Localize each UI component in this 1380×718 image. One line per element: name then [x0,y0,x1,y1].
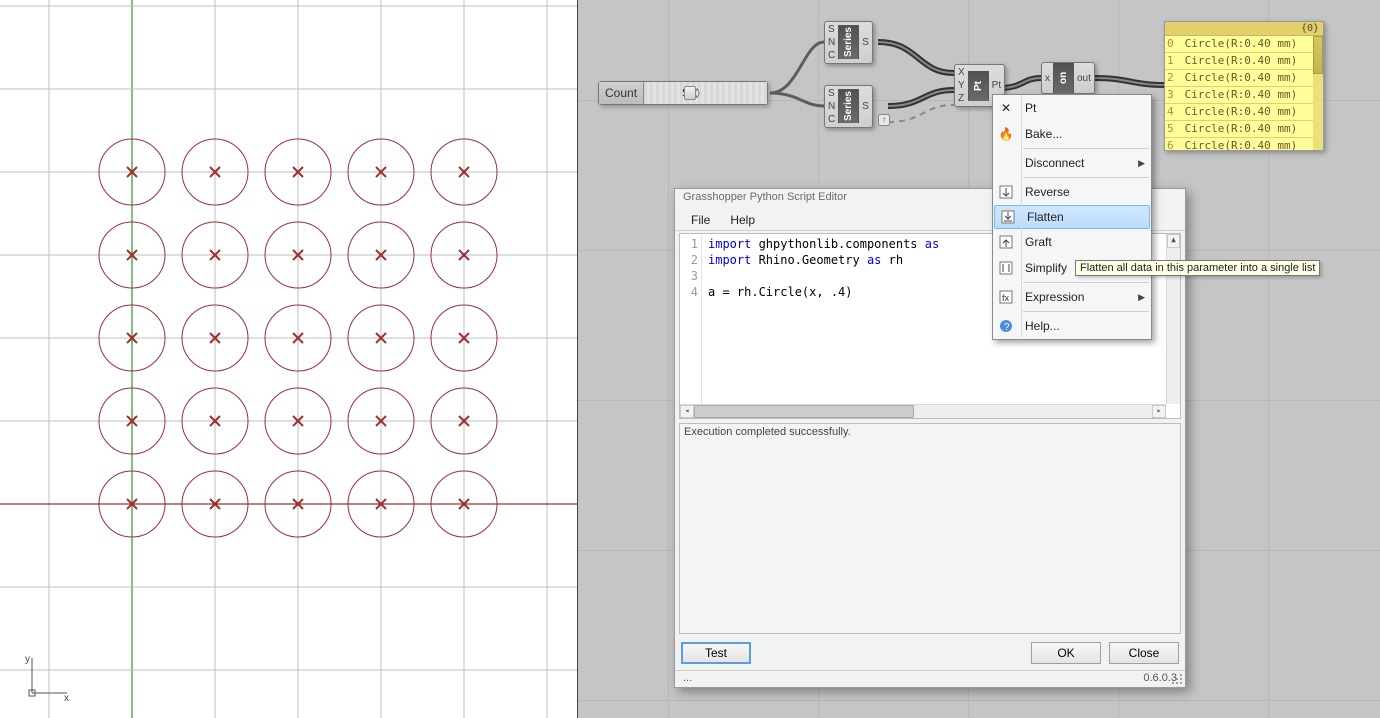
menu-item-reverse[interactable]: Reverse [993,179,1151,205]
cplane-axes-icon: x y [22,653,72,703]
menu-item-expression[interactable]: fx Expression ▶ [993,284,1151,310]
scroll-left-icon[interactable]: ◂ [680,405,694,418]
python-label: on [1053,63,1074,93]
status-left: ... [683,672,692,684]
menu-item-flatten[interactable]: Flatten [994,205,1150,229]
grasshopper-canvas[interactable]: Count 5 ◊ S N C Series S S N C Series S … [578,0,1380,718]
grid-lines [0,0,578,718]
panel-row: 6 Circle(R:0.40 mm) [1165,138,1323,151]
python-outputs[interactable]: out [1074,71,1094,86]
python-inputs[interactable]: x [1042,71,1053,86]
parameter-context-menu[interactable]: ✕ Pt 🔥 Bake... Disconnect ▶ Reverse Flat… [992,94,1152,340]
editor-code[interactable]: import ghpythonlib.components as import … [702,234,945,418]
editor-gutter: 1 2 3 4 [680,234,702,418]
series2-label: Series [838,89,859,123]
series1-output[interactable]: S [859,35,872,50]
close-button[interactable]: Close [1109,642,1179,664]
svg-text:?: ? [1004,322,1010,333]
menu-item-disconnect[interactable]: Disconnect ▶ [993,150,1151,176]
panel-scrollbar[interactable] [1313,36,1323,150]
editor-output: Execution completed successfully. [679,423,1181,634]
editor-button-bar: Test OK Close [675,636,1185,670]
submenu-arrow-icon: ▶ [1138,158,1145,169]
series-component-1[interactable]: S N C Series S [824,21,873,64]
flatten-tooltip: Flatten all data in this parameter into … [1075,260,1320,276]
menu-file[interactable]: File [681,211,720,229]
pt-inputs[interactable]: X Y Z [955,65,968,106]
series2-output[interactable]: S [859,99,872,114]
menu-item-graft[interactable]: Graft [993,229,1151,255]
reverse-icon [993,185,1019,199]
panel-row: 3 Circle(R:0.40 mm) [1165,87,1323,104]
panel-row: 4 Circle(R:0.40 mm) [1165,104,1323,121]
help-icon: ? [993,319,1019,333]
svg-text:x: x [64,693,69,703]
series2-inputs[interactable]: S N C [825,86,838,127]
bake-icon: 🔥 [993,127,1019,141]
panel-header: {0} [1165,22,1323,36]
simplify-icon [993,261,1019,275]
panel-row: 5 Circle(R:0.40 mm) [1165,121,1323,138]
panel-row: 2 Circle(R:0.40 mm) [1165,70,1323,87]
point-icon: ✕ [993,101,1019,115]
menu-item-bake[interactable]: 🔥 Bake... [993,121,1151,147]
svg-text:y: y [25,654,30,665]
panel-row: 1 Circle(R:0.40 mm) [1165,53,1323,70]
python-component[interactable]: x on out [1041,62,1095,94]
slider-track[interactable]: 5 ◊ [644,82,767,104]
flatten-icon [995,210,1021,224]
scroll-right-icon[interactable]: ▸ [1152,405,1166,418]
graft-icon [993,235,1019,249]
submenu-arrow-icon: ▶ [1138,292,1145,303]
count-slider[interactable]: Count 5 ◊ [598,81,768,105]
editor-statusbar: ... 0.6.0.3 [675,670,1185,687]
slider-label: Count [599,82,644,104]
series-component-2[interactable]: S N C Series S [824,85,873,128]
panel-row: 0 Circle(R:0.40 mm) [1165,36,1323,53]
resize-grip-icon[interactable] [1171,673,1183,685]
series1-label: Series [838,25,859,59]
pt-output[interactable]: Pt [989,78,1004,93]
menu-help[interactable]: Help [720,211,765,229]
menu-item-help[interactable]: ? Help... [993,313,1151,339]
pt-label: Pt [968,71,989,101]
svg-text:fx: fx [1002,293,1010,303]
graft-modifier-icon[interactable]: ↑ [878,114,890,126]
menu-item-pt[interactable]: ✕ Pt [993,95,1151,121]
rhino-viewport[interactable]: x y [0,0,578,718]
output-panel[interactable]: {0} 0 Circle(R:0.40 mm) 1 Circle(R:0.40 … [1164,21,1324,151]
slider-handle[interactable] [684,86,696,100]
ok-button[interactable]: OK [1031,642,1101,664]
test-button[interactable]: Test [681,642,751,664]
expression-icon: fx [993,290,1019,304]
editor-horizontal-scrollbar[interactable]: ◂ ▸ [680,404,1166,418]
series1-inputs[interactable]: S N C [825,22,838,63]
